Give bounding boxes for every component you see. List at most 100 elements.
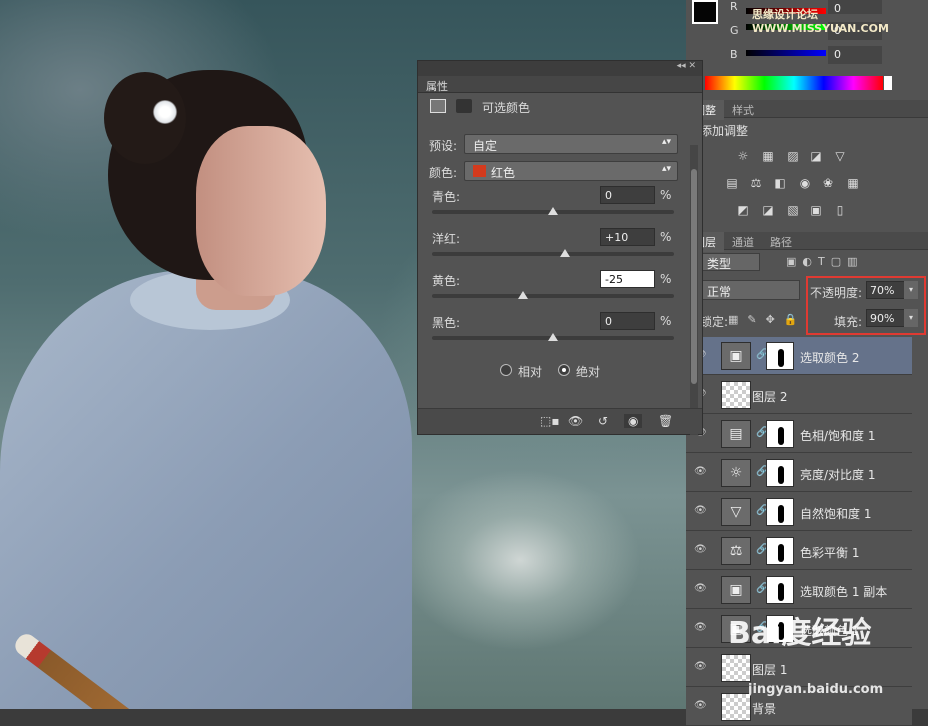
eye-icon[interactable]: 👁: [694, 700, 708, 712]
brightness-icon[interactable]: ☼: [735, 149, 751, 163]
levels-icon[interactable]: ▦: [760, 149, 776, 163]
scroll-thumb[interactable]: [691, 169, 697, 384]
red-swatch: [473, 165, 486, 177]
black-white-icon[interactable]: ◧: [772, 176, 788, 190]
color-label-g: G: [730, 24, 739, 37]
exposure-icon[interactable]: ◪: [808, 149, 824, 163]
lock-icons[interactable]: ▦✎✥🔒: [728, 313, 807, 326]
eye-icon[interactable]: 👁: [694, 544, 708, 556]
layer-mask-thumb[interactable]: [766, 498, 794, 526]
layer-name: 色彩平衡 1: [800, 546, 860, 560]
slider-label: 洋红:: [432, 232, 461, 246]
layer-mask-thumb[interactable]: [766, 459, 794, 487]
channel-mixer-icon[interactable]: ❀: [820, 176, 836, 190]
foreground-color-swatch[interactable]: [692, 0, 718, 24]
properties-header: ◂◂ ✕: [418, 61, 702, 76]
color-value-b[interactable]: 0: [828, 46, 882, 64]
color-label: 颜色:: [429, 166, 458, 180]
slider-knob[interactable]: [560, 249, 571, 257]
color-label-r: R: [730, 0, 738, 13]
percent-label: %: [660, 230, 672, 244]
layer-name: 选取颜色 1 副本: [800, 585, 888, 599]
posterize-icon[interactable]: ◪: [760, 203, 776, 217]
eye-icon[interactable]: 👁: [694, 583, 708, 595]
layer-thumb: [721, 693, 751, 721]
layer-name: 图层 2: [752, 390, 788, 404]
relative-radio[interactable]: [500, 364, 512, 376]
color-balance-icon: ⚖: [721, 537, 751, 565]
selective-color-icon: ▣: [721, 576, 751, 604]
hair-flower: [152, 100, 178, 124]
percent-label: %: [660, 272, 672, 286]
layer-mask-thumb[interactable]: [766, 576, 794, 604]
color-lookup-icon[interactable]: ▦: [845, 176, 861, 190]
color-spectrum[interactable]: [705, 76, 883, 90]
eye-icon[interactable]: 👁: [694, 661, 708, 673]
layer-row[interactable]: 👁 ☼ 🔗 亮度/对比度 1: [686, 454, 912, 492]
threshold-icon[interactable]: ▧: [785, 203, 801, 217]
eye-icon[interactable]: 👁: [694, 466, 708, 478]
layer-mask-thumb[interactable]: [766, 420, 794, 448]
reset-icon[interactable]: ↺: [598, 414, 608, 428]
preset-select[interactable]: 自定 ▴▾: [464, 134, 678, 154]
layer-row[interactable]: 👁▤🔗色相/饱和度 1: [686, 415, 912, 453]
layer-thumb: [721, 381, 751, 409]
layer-name: 色相/饱和度 1: [800, 429, 876, 443]
curves-icon[interactable]: ▨: [785, 149, 801, 163]
layer-mask-thumb[interactable]: [766, 537, 794, 565]
eye-icon[interactable]: 👁: [694, 505, 708, 517]
watermark-url: jingyan.baidu.com: [748, 682, 884, 697]
slider-knob[interactable]: [517, 291, 528, 299]
tab-properties[interactable]: 属性: [418, 76, 702, 93]
slider-knob[interactable]: [548, 333, 558, 341]
clip-to-layer-icon[interactable]: ⬚▪: [540, 414, 559, 428]
layer-row[interactable]: 👁▣🔗选取颜色 2: [686, 337, 912, 375]
gradient-map-icon[interactable]: ▯: [832, 203, 848, 217]
slider-knob[interactable]: [548, 207, 558, 215]
layer-row[interactable]: 👁图层 2: [686, 376, 912, 414]
tab-styles[interactable]: 样式: [724, 100, 762, 120]
slider-value-input[interactable]: 0: [600, 312, 655, 330]
white-swatch[interactable]: [884, 76, 892, 90]
slider-value-input[interactable]: -25: [600, 270, 655, 288]
eye-icon[interactable]: 👁: [694, 622, 708, 634]
lock-label: 锁定:: [700, 315, 729, 329]
view-previous-icon[interactable]: 👁: [568, 414, 583, 428]
layer-row[interactable]: 👁 ▽ 🔗 自然饱和度 1: [686, 493, 912, 531]
percent-label: %: [660, 188, 672, 202]
visibility-icon[interactable]: ◉: [624, 414, 643, 428]
color-balance-icon[interactable]: ⚖: [748, 176, 764, 190]
invert-icon[interactable]: ◩: [735, 203, 751, 217]
vibrance-icon[interactable]: ▽: [832, 149, 848, 163]
filter-kind-select[interactable]: 类型: [700, 253, 760, 271]
slider-value-input[interactable]: +10: [600, 228, 655, 246]
tab-paths[interactable]: 路径: [762, 232, 800, 252]
blend-mode-label: 正常: [707, 285, 732, 299]
preset-label: 预设:: [429, 139, 458, 153]
selective-color-icon[interactable]: ▣: [808, 203, 824, 217]
color-select[interactable]: 红色 ▴▾: [464, 161, 678, 181]
layer-mask-thumb[interactable]: [766, 342, 794, 370]
tab-channels[interactable]: 通道: [724, 232, 762, 252]
preset-value: 自定: [473, 139, 498, 153]
absolute-radio[interactable]: [558, 364, 570, 376]
slider-value-input[interactable]: 0: [600, 186, 655, 204]
color-label-b: B: [730, 48, 738, 61]
blend-mode-select[interactable]: 正常: [700, 280, 800, 300]
mask-icon[interactable]: [456, 99, 472, 113]
adjust-title: 添加调整: [700, 124, 749, 138]
layer-row[interactable]: 👁 ⚖ 🔗 色彩平衡 1: [686, 532, 912, 570]
slider-b[interactable]: [746, 50, 826, 56]
hue-saturation-icon[interactable]: ▤: [724, 176, 740, 190]
layer-row[interactable]: 👁 ▣ 🔗 选取颜色 1 副本: [686, 571, 912, 609]
slider-track[interactable]: [432, 294, 674, 298]
selective-color-icon: [430, 99, 446, 113]
slider-label: 黄色:: [432, 274, 461, 288]
robe: [0, 270, 412, 709]
filter-icons[interactable]: ▣◐T▢▥: [786, 255, 864, 268]
color-value: 红色: [491, 166, 516, 180]
properties-scrollbar[interactable]: [690, 145, 698, 435]
slider-track[interactable]: [432, 252, 674, 256]
photo-filter-icon[interactable]: ◉: [797, 176, 813, 190]
delete-icon[interactable]: 🗑: [658, 414, 673, 428]
